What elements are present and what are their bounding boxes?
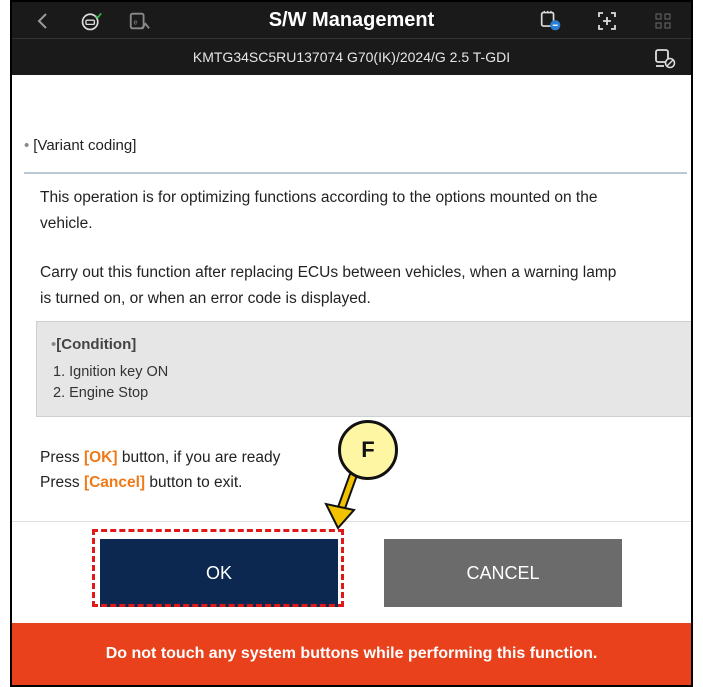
instruction-cancel: Press [Cancel] button to exit. [40,474,243,491]
grid-menu-icon[interactable] [652,10,674,32]
page-title: S/W Management [268,9,435,31]
title-row: e S/W Management [12,2,691,38]
condition-item: 2. Engine Stop [53,385,149,401]
ok-highlight-box [92,529,344,607]
section-title: • [Variant coding] [24,137,137,154]
vehicle-info-row: KMTG34SC5RU137074 G70(IK)/2024/G 2.5 T-G… [12,38,691,76]
condition-box: •[Condition] 1. Ignition key ON 2. Engin… [36,321,691,417]
screen-capture-icon[interactable] [596,10,618,32]
button-divider [12,521,691,522]
warning-banner: Do not touch any system buttons while pe… [12,623,691,685]
description-paragraph-1: This operation is for optimizing functio… [40,189,598,232]
top-bar: e S/W Management KMTG34SC5RU137074 G70(I… [12,2,691,75]
vehicle-info: KMTG34SC5RU137074 G70(IK)/2024/G 2.5 T-G… [192,49,511,65]
cancel-button[interactable]: CANCEL [384,539,622,607]
bullet-icon: • [24,137,30,154]
section-divider [24,172,687,174]
description-paragraph-2: Carry out this function after replacing … [40,264,617,307]
car-settings-icon[interactable] [654,47,676,69]
condition-title: •[Condition] [51,336,137,353]
condition-item: 1. Ignition key ON [53,364,169,380]
app-frame: e S/W Management KMTG34SC5RU137074 G70(I… [10,0,693,687]
vci-connect-icon[interactable] [540,10,562,32]
instruction-ok: Press [OK] button, if you are ready [40,449,281,466]
callout-badge: F [338,420,398,480]
